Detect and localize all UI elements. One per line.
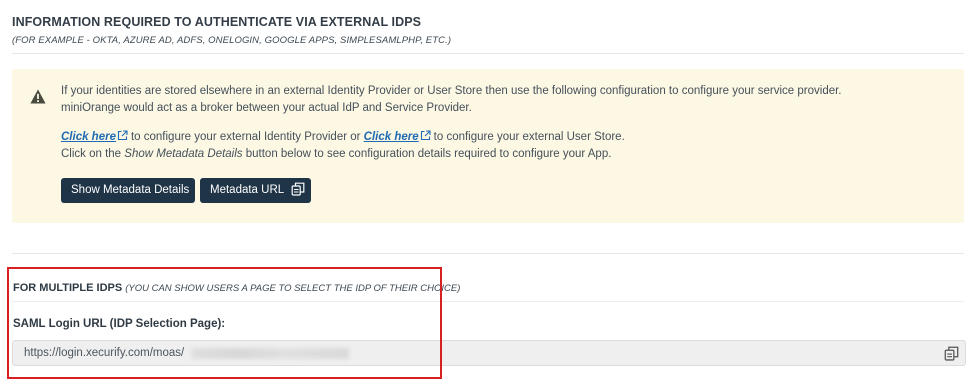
divider: [12, 253, 964, 254]
copy-icon: [291, 182, 305, 196]
click-here-userstore-link[interactable]: Click here: [364, 131, 419, 143]
show-metadata-label: Show Metadata Details: [71, 184, 190, 196]
section-subtitle: (FOR EXAMPLE - OKTA, AZURE AD, ADFS, ONE…: [12, 35, 452, 46]
section-title: INFORMATION REQUIRED TO AUTHENTICATE VIA…: [12, 15, 422, 29]
divider: [12, 53, 964, 54]
section-header: INFORMATION REQUIRED TO AUTHENTICATE VIA…: [12, 15, 964, 46]
external-link-icon[interactable]: [117, 130, 128, 141]
alert-line-1: If your identities are stored elsewhere …: [61, 85, 842, 97]
warning-icon: [30, 89, 46, 104]
show-metadata-details-button[interactable]: Show Metadata Details: [61, 178, 195, 203]
alert-links-line: Click here to configure your external Ide…: [61, 129, 951, 146]
hint-emphasis: Show Metadata Details: [124, 148, 243, 160]
external-link-icon[interactable]: [420, 130, 431, 141]
alert-description: If your identities are stored elsewhere …: [61, 83, 951, 117]
link1-suffix: to configure your external Identity Prov…: [130, 131, 361, 143]
metadata-url-button[interactable]: Metadata URL: [200, 178, 311, 203]
click-here-idp-link[interactable]: Click here: [61, 131, 116, 143]
metadata-url-label: Metadata URL: [210, 184, 285, 196]
alert-metadata-hint: Click on the Show Metadata Details butto…: [61, 146, 951, 163]
page: INFORMATION REQUIRED TO AUTHENTICATE VIA…: [0, 0, 976, 391]
highlight-box: [7, 267, 442, 379]
alert-line-2: miniOrange would act as a broker between…: [61, 102, 472, 114]
hint-suffix: button below to see configuration detail…: [242, 148, 612, 160]
alert-instructions: Click here to configure your external Ide…: [61, 129, 951, 163]
hint-prefix: Click on the: [61, 148, 125, 160]
info-alert: If your identities are stored elsewhere …: [12, 69, 964, 223]
link2-suffix: to configure your external User Store.: [433, 131, 625, 143]
copy-icon[interactable]: [944, 346, 959, 361]
